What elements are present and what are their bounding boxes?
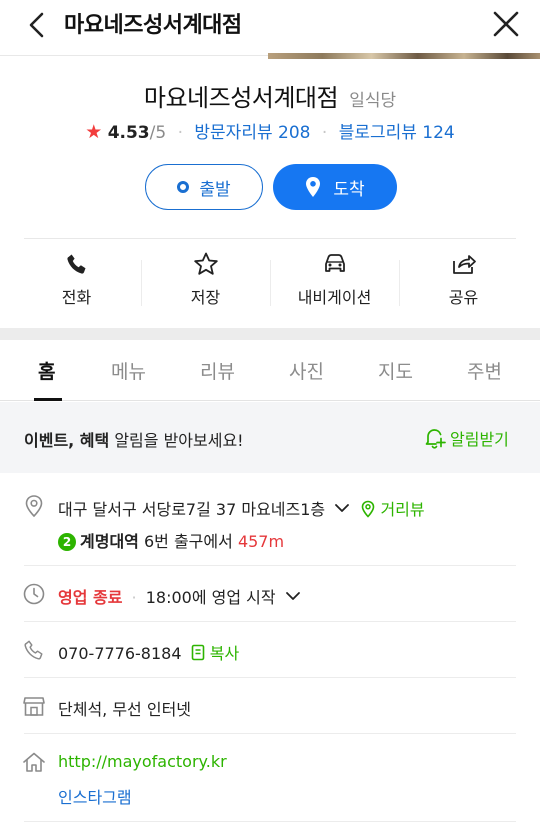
- tab-photo[interactable]: 사진: [289, 357, 324, 384]
- tab-home[interactable]: 홈: [38, 357, 55, 384]
- close-icon: [493, 11, 519, 37]
- top-app-bar: 마요네즈성서계대점: [0, 0, 540, 59]
- address-text: 대구 달서구 서당로7길 37 마요네즈1층: [58, 500, 326, 519]
- arrive-label: 도착: [333, 179, 365, 200]
- rating-row: ★ 4.53/5 · 방문자리뷰 208 · 블로그리뷰 124: [0, 118, 540, 143]
- phone-icon: [66, 254, 85, 274]
- back-button[interactable]: [20, 8, 54, 42]
- share-label: 공유: [448, 288, 479, 307]
- share-button[interactable]: 공유: [399, 250, 528, 316]
- divider: [24, 565, 516, 566]
- station-name: 계명대역: [80, 532, 139, 551]
- rating-score: 4.53: [107, 123, 150, 143]
- start-label: 출발: [199, 179, 231, 200]
- back-arrow-icon: [29, 12, 44, 38]
- copy-label: 복사: [209, 644, 240, 663]
- clock-icon: [22, 582, 46, 606]
- notification-banner: 이벤트, 혜택 알림을 받아보세요! 알림받기: [0, 402, 540, 473]
- expand-address-button[interactable]: [334, 498, 350, 517]
- location-marker-icon: [22, 494, 46, 518]
- rating-max: /5: [149, 123, 167, 143]
- section-divider: [0, 328, 540, 340]
- place-header: 마요네즈성서계대점 일식당: [0, 78, 540, 113]
- visitor-review-count: 208: [278, 123, 311, 143]
- tab-nearby[interactable]: 주변: [467, 357, 502, 384]
- blog-review-label: 블로그리뷰: [338, 123, 417, 143]
- divider: [24, 621, 516, 622]
- call-label: 전화: [61, 288, 92, 307]
- street-view-label: 거리뷰: [380, 500, 425, 519]
- save-label: 저장: [190, 288, 221, 307]
- copy-phone-button[interactable]: 복사: [191, 644, 240, 663]
- store-icon: [22, 694, 46, 718]
- business-hours: 18:00에 영업 시작: [145, 588, 276, 607]
- instagram-link[interactable]: 인스타그램: [58, 784, 132, 808]
- tab-review[interactable]: 리뷰: [200, 357, 235, 384]
- place-photo-strip[interactable]: [268, 53, 540, 59]
- website-link[interactable]: http://mayofactory.kr: [58, 752, 227, 771]
- divider: [24, 733, 516, 734]
- divider: [24, 677, 516, 678]
- exit-text: 6번 출구에서: [138, 532, 238, 551]
- address-row: 대구 달서구 서당로7길 37 마요네즈1층 거리뷰: [58, 496, 425, 520]
- alarm-button-label: 알림받기: [450, 430, 509, 449]
- banner-text: 이벤트, 혜택 알림을 받아보세요!: [24, 427, 244, 451]
- separator-dot: ·: [321, 123, 328, 143]
- active-tab-indicator: [34, 398, 62, 401]
- street-view-link[interactable]: 거리뷰: [361, 500, 425, 519]
- chevron-down-icon: [335, 504, 350, 512]
- blog-review-count: 124: [422, 123, 455, 143]
- navigation-button[interactable]: 내비게이션: [270, 250, 399, 316]
- blog-review-link[interactable]: 블로그리뷰 124: [339, 123, 455, 143]
- action-row: 전화 저장 내비게이션 공유: [12, 250, 528, 316]
- page-title: 마요네즈성서계대점: [64, 13, 242, 38]
- divider: [24, 238, 516, 239]
- subway-line-badge: 2: [58, 533, 76, 551]
- amenities-text: 단체석, 무선 인터넷: [58, 700, 192, 719]
- bell-plus-icon: [425, 429, 446, 449]
- phone-row: 070-7776-8184 복사: [58, 640, 239, 664]
- visitor-review-label: 방문자리뷰: [194, 123, 273, 143]
- origin-dot-icon: [177, 181, 190, 193]
- chevron-down-icon: [285, 592, 300, 600]
- copy-icon: [191, 644, 204, 661]
- business-status: 영업 종료: [58, 588, 123, 607]
- place-name: 마요네즈성서계대점: [143, 84, 339, 112]
- save-button[interactable]: 저장: [141, 250, 270, 316]
- star-outline-icon: [193, 252, 218, 275]
- street-view-pin-icon: [362, 500, 375, 518]
- banner-text-bold: 이벤트, 혜택: [24, 431, 110, 450]
- subway-row: 2 계명대역 6번 출구에서 457m: [58, 528, 284, 552]
- close-button[interactable]: [488, 6, 524, 42]
- visitor-review-link[interactable]: 방문자리뷰 208: [194, 123, 310, 143]
- hours-row[interactable]: 영업 종료 · 18:00에 영업 시작: [58, 584, 301, 608]
- place-category: 일식당: [349, 91, 397, 111]
- start-button[interactable]: 출발: [145, 164, 263, 210]
- separator-dot: ·: [131, 588, 137, 607]
- phone-number[interactable]: 070-7776-8184: [58, 644, 182, 663]
- home-icon: [22, 750, 46, 774]
- navigation-label: 내비게이션: [297, 288, 372, 307]
- expand-hours-button[interactable]: [285, 586, 301, 605]
- separator-dot: ·: [177, 123, 183, 143]
- distance-text: 457m: [237, 532, 285, 551]
- banner-text-rest: 알림을 받아보세요!: [109, 431, 244, 450]
- star-filled-icon: ★: [85, 121, 103, 143]
- divider: [24, 821, 516, 822]
- location-pin-icon: [306, 177, 321, 197]
- car-icon: [324, 254, 345, 272]
- tab-menu[interactable]: 메뉴: [111, 357, 146, 384]
- share-icon: [452, 255, 476, 274]
- tab-map[interactable]: 지도: [378, 357, 413, 384]
- arrive-button[interactable]: 도착: [273, 164, 397, 210]
- call-button[interactable]: 전화: [12, 250, 141, 316]
- phone-outline-icon: [22, 638, 46, 662]
- subscribe-alarm-button[interactable]: 알림받기: [424, 426, 509, 450]
- tab-bar: 홈 메뉴 리뷰 사진 지도 주변: [0, 340, 540, 401]
